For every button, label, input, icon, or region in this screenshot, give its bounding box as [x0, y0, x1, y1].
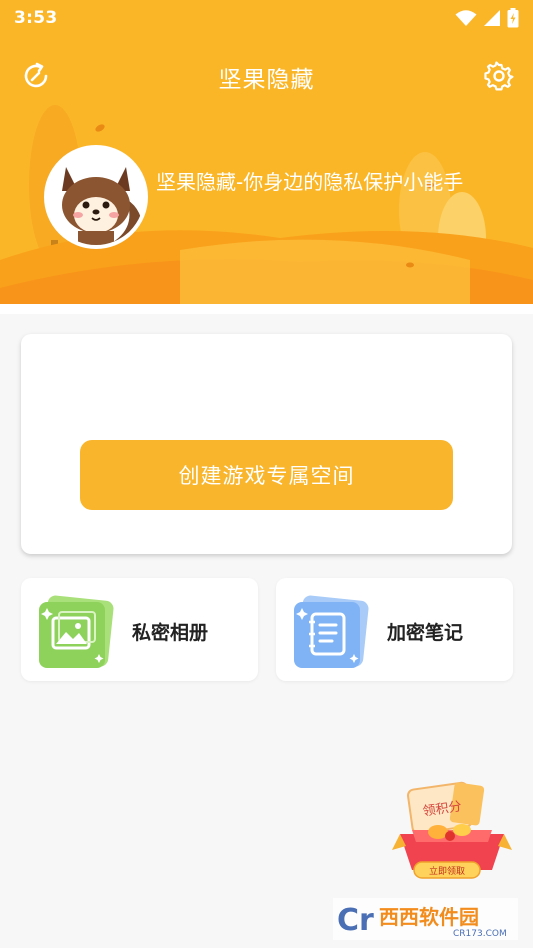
watermark-brand: 西西软件园 [379, 905, 479, 929]
header-banner: 3:53 坚果隐藏 坚果隐藏-你身边的隐私保护小能手 [0, 0, 533, 314]
status-time: 3:53 [14, 8, 58, 28]
create-game-space-button[interactable]: 创建游戏专属空间 [80, 440, 453, 510]
notebook-icon [294, 595, 369, 668]
battery-charging-icon [507, 8, 519, 28]
private-album-tile[interactable]: 私密相册 [21, 578, 258, 681]
private-album-label: 私密相册 [132, 622, 209, 644]
page-title: 坚果隐藏 [218, 67, 315, 93]
watermark-url: CR173.COM [453, 929, 507, 939]
reward-button-text: 立即领取 [429, 865, 465, 877]
wifi-icon [455, 10, 477, 26]
status-bar: 3:53 [0, 0, 533, 36]
status-icons [455, 8, 519, 28]
settings-button[interactable] [481, 58, 517, 94]
encrypted-notes-label: 加密笔记 [387, 622, 464, 644]
squirrel-avatar [48, 149, 144, 245]
claim-points-badge[interactable]: 领积分 立即领取 [392, 780, 512, 882]
photo-album-icon [39, 595, 114, 668]
settings-gear-icon [484, 61, 514, 91]
encrypted-notes-tile[interactable]: 加密笔记 [276, 578, 513, 681]
tagline: 坚果隐藏-你身边的隐私保护小能手 [156, 170, 464, 194]
site-watermark: Cr 西西软件园 CR173.COM [333, 898, 518, 940]
gift-box-icon: 领积分 立即领取 [392, 781, 512, 879]
avatar [44, 145, 148, 249]
game-space-card: 创建游戏专属空间 [21, 334, 512, 554]
top-app-bar: 坚果隐藏 [0, 48, 533, 100]
svg-text:Cr: Cr [337, 903, 374, 938]
signal-icon [484, 10, 500, 26]
